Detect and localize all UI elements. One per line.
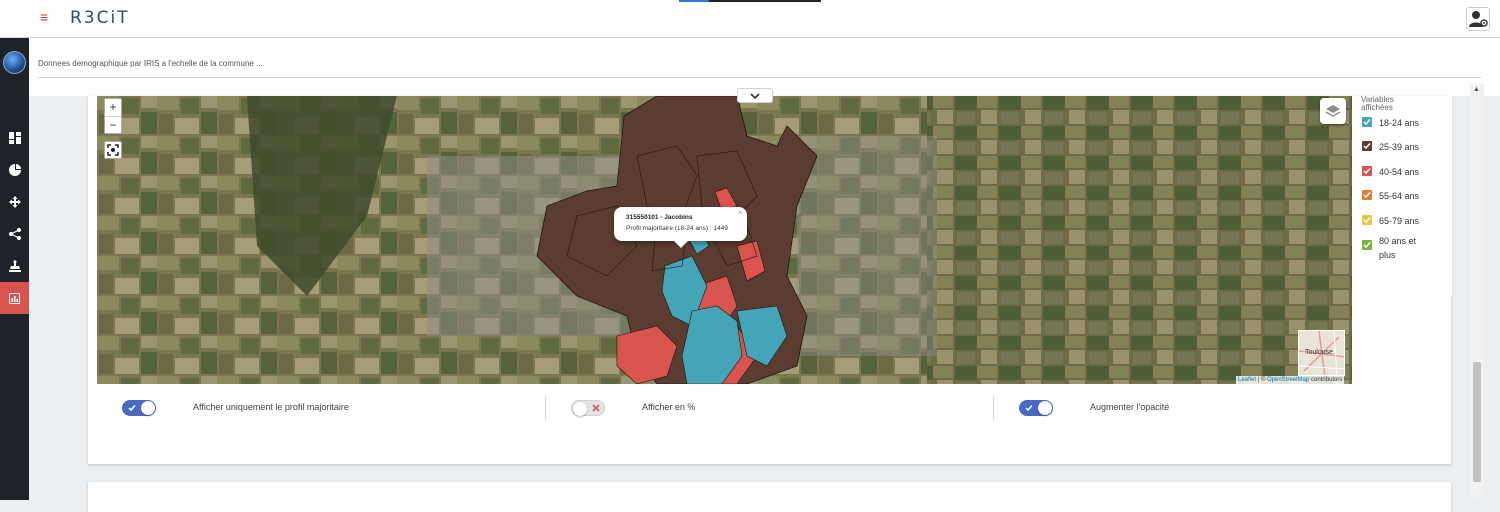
popup-text: Profil majoritaire (18-24 ans) : 1449: [626, 225, 728, 232]
sidebar-item-charts[interactable]: [0, 282, 29, 314]
top-bar: ≡ R3CiT: [0, 0, 1500, 38]
leaflet-link[interactable]: Leaflet: [1238, 377, 1256, 383]
divider: [993, 396, 994, 420]
legend-item[interactable]: 55-64 ans: [1362, 189, 1439, 203]
minimap[interactable]: Toulouse: [1298, 330, 1345, 376]
checkbox[interactable]: [1362, 240, 1372, 250]
share-icon: [8, 228, 21, 240]
check-icon: [1363, 119, 1371, 126]
breadcrumb: Donnees demographique par IRIS a l'echel…: [38, 59, 263, 68]
tab-indicator: [679, 0, 821, 2]
check-icon: [1363, 192, 1371, 199]
sidebar: [0, 38, 29, 500]
move-arrows-icon: [8, 196, 21, 208]
legend-label: 65-79 ans: [1379, 216, 1420, 226]
minimap-label: Toulouse: [1305, 349, 1334, 356]
osm-link[interactable]: OpenStreetMap: [1267, 377, 1309, 383]
next-card: [88, 482, 1451, 512]
toggle-knob: [1038, 401, 1052, 415]
user-settings-icon: [1469, 11, 1488, 27]
toggle-switch[interactable]: [1019, 400, 1053, 416]
legend-label: 18-24 ans: [1379, 118, 1420, 128]
legend-item[interactable]: 18-24 ans: [1362, 116, 1439, 130]
fullscreen-icon: [107, 144, 119, 156]
legend-label: 55-64 ans: [1379, 191, 1420, 201]
toggle-label: Afficher uniquement le profil majoritair…: [193, 402, 349, 412]
toggle-label: Augmenter l'opacité: [1090, 402, 1170, 412]
attribution-suffix: contributors: [1309, 377, 1343, 383]
hamburger-icon[interactable]: ≡: [40, 10, 52, 24]
layers-button[interactable]: [1320, 98, 1346, 124]
zoom-out-button[interactable]: −: [105, 116, 121, 133]
map-attribution: Leaflet | © OpenStreetMap contributors: [1236, 376, 1345, 384]
dashboard-icon: [8, 132, 21, 144]
toggle-knob: [573, 402, 587, 416]
check-icon: [1363, 242, 1371, 249]
legend: Variables affichées 18-24 ans 25-39 ans …: [1352, 96, 1452, 296]
checkbox[interactable]: [1362, 190, 1372, 200]
legend-label: 25-39 ans: [1379, 142, 1420, 152]
legend-item[interactable]: 65-79 ans: [1362, 214, 1439, 228]
map-popup: 315550101 - Jacobins Profil majoritaire …: [614, 207, 747, 248]
legend-title: Variables affichées: [1361, 95, 1394, 112]
x-icon: [592, 404, 600, 412]
checkbox[interactable]: [1362, 117, 1372, 127]
legend-item[interactable]: 25-39 ans: [1362, 140, 1439, 154]
check-icon: [128, 405, 136, 412]
scroll-up-arrow-icon[interactable]: ▲: [1473, 86, 1480, 93]
zoom-control: + −: [104, 98, 122, 134]
sidebar-item-dashboard[interactable]: [0, 122, 29, 154]
check-icon: [1363, 143, 1371, 150]
sidebar-item-stamp[interactable]: [0, 250, 29, 282]
stamp-icon: [8, 260, 21, 272]
toggle-label: Afficher en %: [642, 402, 696, 412]
collapse-header-button[interactable]: [737, 88, 773, 103]
globe-logo-icon: [3, 51, 26, 74]
divider: [38, 77, 1481, 78]
legend-label: 80 ans et plus: [1379, 236, 1417, 260]
legend-item[interactable]: 80 ans et plus: [1362, 234, 1417, 262]
pie-chart-icon: [8, 164, 21, 176]
user-settings-button[interactable]: [1466, 7, 1490, 31]
legend-label: 40-54 ans: [1379, 167, 1420, 177]
attribution-separator: | ©: [1256, 377, 1267, 383]
chevron-down-icon: [750, 92, 760, 99]
checkbox[interactable]: [1362, 141, 1372, 151]
fullscreen-button[interactable]: [104, 141, 122, 159]
toggle-switch[interactable]: [571, 400, 605, 416]
toggle-switch[interactable]: [122, 400, 156, 416]
sidebar-item-share[interactable]: [0, 218, 29, 250]
checkbox[interactable]: [1362, 166, 1372, 176]
toggle-knob: [141, 401, 155, 415]
sidebar-item-move[interactable]: [0, 186, 29, 218]
layers-icon: [1325, 105, 1341, 117]
scrollbar-thumb[interactable]: [1473, 362, 1481, 482]
zoom-in-button[interactable]: +: [105, 99, 121, 116]
bar-chart-icon: [9, 292, 20, 304]
app-brand: R3CiT: [70, 8, 130, 28]
check-icon: [1363, 217, 1371, 224]
popup-title: 315550101 - Jacobins: [626, 214, 693, 221]
sidebar-item-pie-chart[interactable]: [0, 154, 29, 186]
legend-item[interactable]: 40-54 ans: [1362, 165, 1439, 179]
check-icon: [1363, 168, 1371, 175]
popup-close-button[interactable]: ×: [738, 208, 743, 217]
divider: [545, 396, 546, 420]
checkbox[interactable]: [1362, 215, 1372, 225]
check-icon: [1025, 405, 1033, 412]
